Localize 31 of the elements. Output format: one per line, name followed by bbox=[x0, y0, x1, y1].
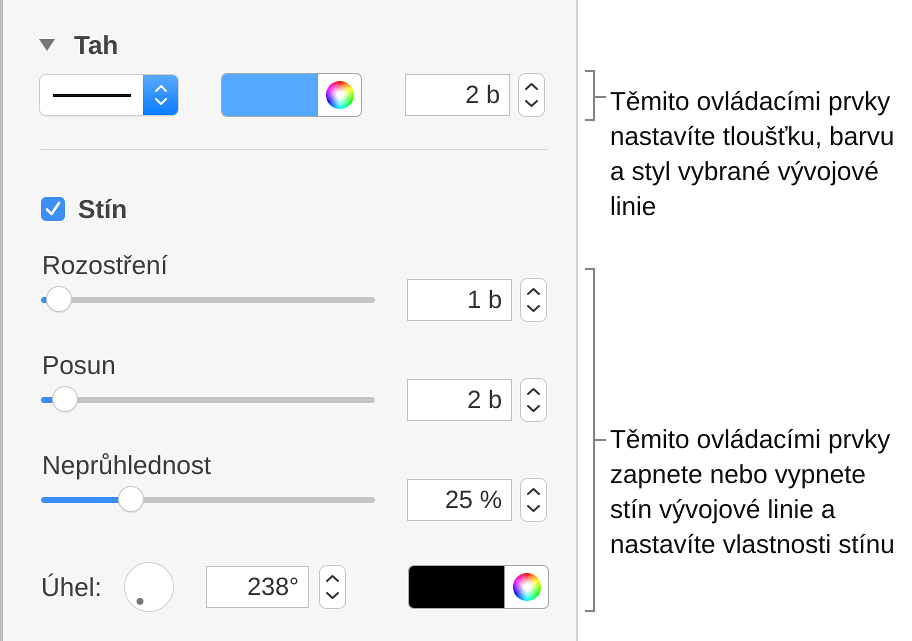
slider-label: Posun bbox=[41, 351, 116, 379]
number-field[interactable]: 2 b bbox=[405, 74, 510, 116]
slider-label: Neprůhlednost bbox=[41, 451, 212, 479]
checkbox[interactable] bbox=[41, 197, 65, 221]
number-field[interactable]: 238° bbox=[206, 566, 309, 608]
stepper[interactable] bbox=[520, 278, 547, 322]
disclosure-triangle-icon[interactable] bbox=[38, 38, 56, 52]
number-field[interactable]: 25 % bbox=[407, 478, 512, 520]
stepper[interactable] bbox=[518, 73, 545, 117]
color-wheel-icon[interactable] bbox=[512, 573, 540, 601]
section-title: Tah bbox=[74, 30, 118, 60]
callout-text: Těmito ovládacími prvky zapnete nebo vypnete stín vývojové linie a nastavíte vlastnosti stínu bbox=[610, 423, 896, 561]
chevrons-icon bbox=[154, 83, 168, 107]
slider[interactable] bbox=[41, 286, 375, 312]
solid-line-icon bbox=[52, 94, 130, 96]
slider[interactable] bbox=[41, 386, 375, 412]
color-well[interactable] bbox=[221, 73, 362, 117]
slider-label: Rozostření bbox=[41, 251, 168, 279]
color-well[interactable] bbox=[408, 565, 549, 609]
callout-text: Těmito ovládacími prvky nastavíte tloušťku, barvu a styl vybrané vývojové linie bbox=[610, 85, 896, 223]
stepper[interactable] bbox=[520, 378, 547, 422]
color-wheel-icon[interactable] bbox=[326, 81, 354, 109]
number-field[interactable]: 2 b bbox=[407, 378, 512, 420]
line-style-popup[interactable] bbox=[40, 75, 178, 115]
stepper[interactable] bbox=[319, 565, 346, 609]
stepper[interactable] bbox=[520, 478, 547, 522]
slider[interactable] bbox=[41, 486, 375, 512]
bracket-line bbox=[585, 70, 606, 121]
checkbox-label: Stín bbox=[78, 194, 128, 224]
angle-label: Úhel: bbox=[41, 572, 103, 602]
number-field[interactable]: 1 b bbox=[407, 278, 512, 320]
